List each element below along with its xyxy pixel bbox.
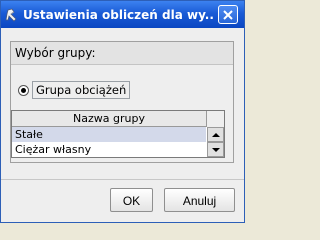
table-row[interactable]: Ciężar własny bbox=[12, 142, 206, 157]
dialog-window: Ustawienia obliczeń dla wy... Wybór grup… bbox=[0, 0, 245, 223]
table-header-group-name[interactable]: Nazwa grupy bbox=[12, 111, 207, 127]
window-title: Ustawienia obliczeń dla wy... bbox=[23, 8, 213, 22]
radio-selected-dot bbox=[21, 88, 26, 93]
close-icon bbox=[223, 10, 233, 20]
scroll-up-button[interactable] bbox=[207, 127, 224, 142]
load-group-radio[interactable] bbox=[18, 85, 29, 96]
group-name-table: Nazwa grupy Stałe Ciężar własny bbox=[11, 110, 225, 158]
load-group-radio-label[interactable]: Grupa obciążeń bbox=[32, 81, 131, 99]
scroll-down-button[interactable] bbox=[207, 142, 224, 157]
scroll-up-arrow-icon bbox=[212, 133, 220, 137]
group-selection-panel: Wybór grupy: Grupa obciążeń Nazwa grupy … bbox=[10, 41, 234, 163]
cancel-button[interactable]: Anuluj bbox=[164, 188, 235, 212]
table-scrollbar[interactable] bbox=[207, 111, 224, 157]
table-row[interactable]: Stałe bbox=[12, 127, 206, 142]
radio-row[interactable]: Grupa obciążeń bbox=[32, 81, 162, 99]
group-header: Wybór grupy: bbox=[11, 42, 233, 65]
group-title: Wybór grupy: bbox=[15, 46, 96, 60]
footer-separator bbox=[1, 179, 244, 180]
close-button[interactable] bbox=[218, 5, 238, 24]
title-bar[interactable]: Ustawienia obliczeń dla wy... bbox=[1, 1, 244, 28]
scroll-down-arrow-icon bbox=[212, 148, 220, 152]
ok-button[interactable]: OK bbox=[110, 188, 153, 212]
app-icon bbox=[5, 7, 19, 22]
